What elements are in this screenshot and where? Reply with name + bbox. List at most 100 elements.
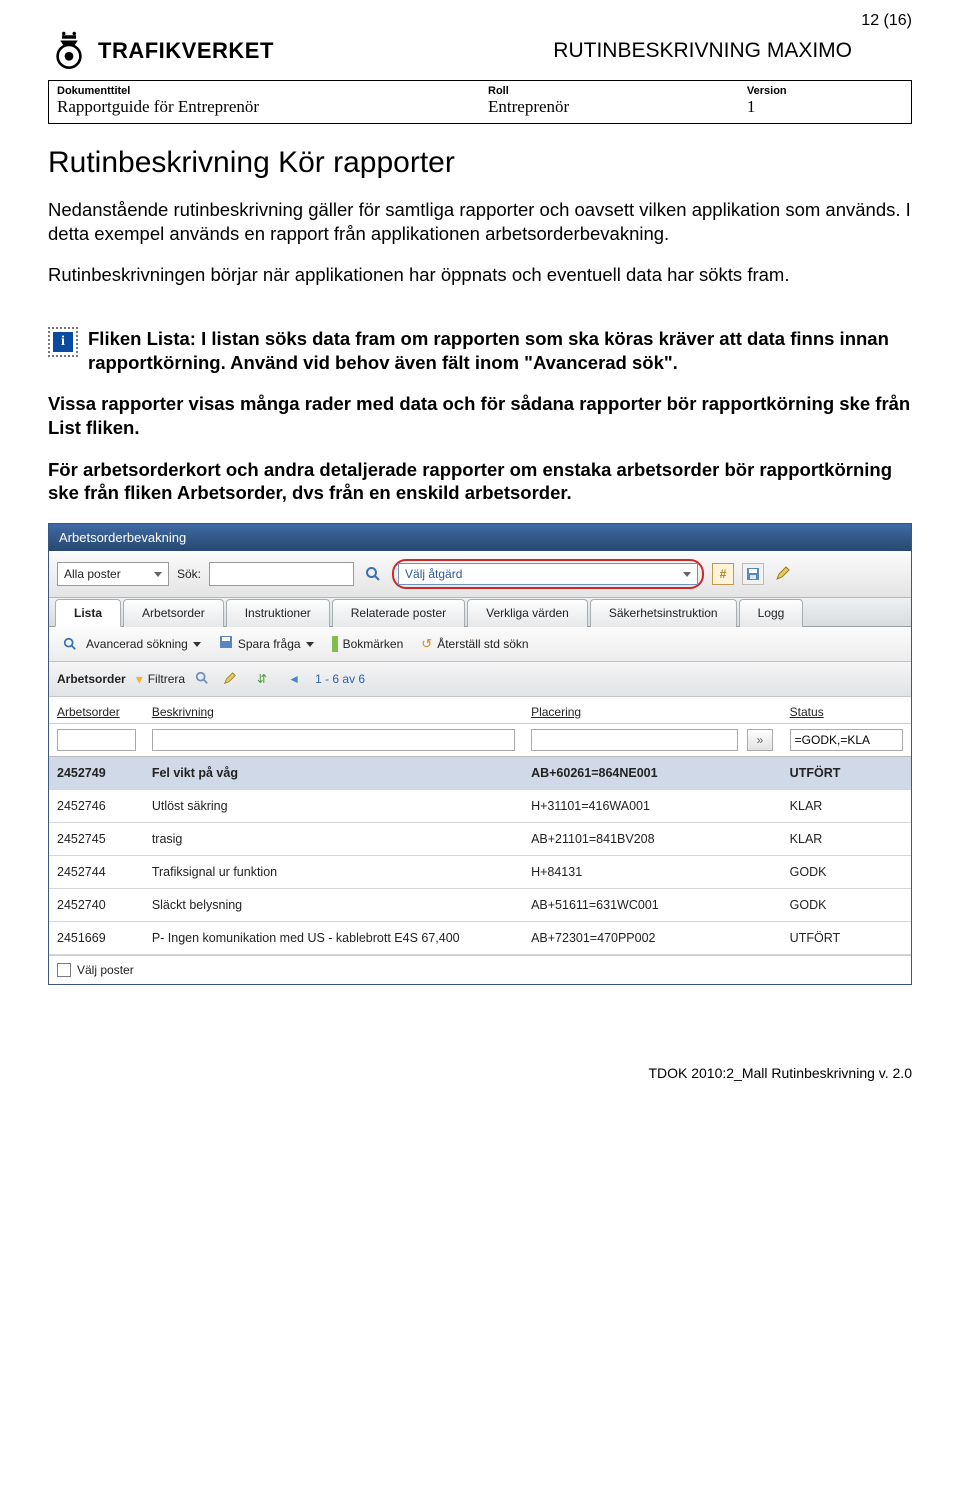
brand-text: TRAFIKVERKET [98, 38, 274, 64]
table-row[interactable]: 2452746Utlöst säkringH+31101=416WA001KLA… [49, 790, 911, 823]
filter-input-placering[interactable] [531, 729, 738, 751]
table-cell: Utlöst säkring [144, 790, 523, 823]
meta-version-value: 1 [747, 97, 756, 116]
info-icon-glyph: i [53, 332, 73, 352]
filter-input-status[interactable] [790, 729, 903, 751]
posts-filter-combo[interactable]: Alla poster [57, 562, 169, 586]
col-header-placering[interactable]: Placering [523, 697, 782, 724]
table-cell: 2452746 [49, 790, 144, 823]
meta-version-label: Version [747, 85, 903, 97]
table-cell: 2452749 [49, 757, 144, 790]
table-row[interactable]: 2452740Släckt belysningAB+51611=631WC001… [49, 889, 911, 922]
table-cell: H+31101=416WA001 [523, 790, 782, 823]
filter-bar: Arbetsorder ▾ Filtrera ⇵ ◄ 1 - 6 av 6 [49, 662, 911, 697]
data-table: Arbetsorder Beskrivning Placering Status… [49, 697, 911, 955]
info-text: Fliken Lista: I listan söks data fram om… [88, 327, 912, 374]
table-cell: KLAR [782, 823, 911, 856]
action-select-highlight: Välj åtgärd [392, 559, 704, 589]
table-cell: 2451669 [49, 922, 144, 955]
reset-search-button[interactable]: ↺ Återställ std sökn [421, 636, 528, 652]
table-cell: Fel vikt på våg [144, 757, 523, 790]
table-cell: Släckt belysning [144, 889, 523, 922]
table-cell: AB+60261=864NE001 [523, 757, 782, 790]
table-cell: 2452740 [49, 889, 144, 922]
chevron-down-icon [193, 642, 201, 647]
table-cell: P- Ingen komunikation med US - kablebrot… [144, 922, 523, 955]
meta-title-value: Rapportguide för Entreprenör [57, 97, 259, 116]
table-row[interactable]: 2452744Trafiksignal ur funktionH+84131GO… [49, 856, 911, 889]
filter-input-arbetsorder[interactable] [57, 729, 136, 751]
table-cell: AB+72301=470PP002 [523, 922, 782, 955]
save-icon[interactable] [742, 563, 764, 585]
chevron-down-icon [306, 642, 314, 647]
meta-role-label: Roll [488, 85, 731, 97]
col-header-beskrivning[interactable]: Beskrivning [144, 697, 523, 724]
table-cell: KLAR [782, 790, 911, 823]
intro-paragraph-2: Rutinbeskrivningen börjar när applikatio… [48, 263, 912, 287]
advanced-search-button[interactable]: Avancerad sökning [59, 633, 201, 655]
brand-logo: TRAFIKVERKET [48, 30, 274, 72]
bookmark-icon [332, 636, 338, 652]
reset-icon: ↺ [421, 636, 432, 652]
bold-paragraph-2: För arbetsorderkort och andra detaljerad… [48, 458, 912, 505]
chevron-down-icon [154, 572, 162, 577]
bold-paragraph-1: Vissa rapporter visas många rader med da… [48, 392, 912, 439]
tab-instruktioner[interactable]: Instruktioner [226, 599, 330, 627]
prev-icon[interactable]: ◄ [283, 668, 305, 690]
bookmarks-button[interactable]: Bokmärken [332, 636, 404, 652]
search-input[interactable] [209, 562, 354, 586]
maximo-app: Arbetsorderbevakning Alla poster Sök: Vä… [48, 523, 912, 985]
intro-paragraph-1: Nedanstående rutinbeskrivning gäller för… [48, 198, 912, 245]
lookup-icon[interactable]: » [747, 729, 773, 751]
select-posts-label: Välj poster [77, 963, 134, 977]
col-header-arbetsorder[interactable]: Arbetsorder [49, 697, 144, 724]
table-cell: GODK [782, 889, 911, 922]
filter-label: Filtrera [148, 672, 185, 686]
reset-label: Återställ std sökn [437, 637, 528, 651]
table-cell: AB+51611=631WC001 [523, 889, 782, 922]
up-down-icon[interactable]: ⇵ [251, 668, 273, 690]
meta-role-value: Entreprenör [488, 97, 569, 116]
table-cell: UTFÖRT [782, 922, 911, 955]
table-row[interactable]: 2451669P- Ingen komunikation med US - ka… [49, 922, 911, 955]
filter-search-icon[interactable] [195, 671, 209, 688]
posts-filter-label: Alla poster [64, 567, 121, 581]
select-posts-checkbox[interactable] [57, 963, 71, 977]
chevron-down-icon [683, 572, 691, 577]
page-heading: Rutinbeskrivning Kör rapporter [48, 146, 912, 180]
page-number: 12 (16) [861, 12, 912, 30]
info-icon: i [48, 327, 78, 357]
hash-icon[interactable]: # [712, 563, 734, 585]
table-cell: H+84131 [523, 856, 782, 889]
col-header-status[interactable]: Status [782, 697, 911, 724]
tab-sakerhetsinstruktion[interactable]: Säkerhetsinstruktion [590, 599, 737, 627]
select-posts-row: Välj poster [49, 955, 911, 984]
filterbar-label: Arbetsorder [57, 672, 126, 686]
filter-input-beskrivning[interactable] [152, 729, 515, 751]
range-text: 1 - 6 av 6 [315, 672, 365, 686]
tab-relaterade-poster[interactable]: Relaterade poster [332, 599, 465, 627]
filter-button[interactable]: ▾ Filtrera [136, 671, 185, 688]
save-icon [219, 635, 233, 653]
doc-header: TRAFIKVERKET RUTINBESKRIVNING MAXIMO [48, 30, 912, 72]
search-icon[interactable] [362, 563, 384, 585]
tab-lista[interactable]: Lista [55, 599, 121, 627]
table-cell: UTFÖRT [782, 757, 911, 790]
meta-table: Dokumenttitel Rapportguide för Entrepren… [48, 80, 912, 124]
save-query-label: Spara fråga [238, 637, 301, 651]
tab-arbetsorder[interactable]: Arbetsorder [123, 599, 224, 627]
doc-type-title: RUTINBESKRIVNING MAXIMO [553, 39, 852, 63]
table-cell: trasig [144, 823, 523, 856]
edit-icon[interactable] [219, 668, 241, 690]
tab-logg[interactable]: Logg [739, 599, 804, 627]
footer-text: TDOK 2010:2_Mall Rutinbeskrivning v. 2.0 [48, 1065, 912, 1081]
advanced-search-label: Avancerad sökning [86, 637, 188, 651]
action-select[interactable]: Välj åtgärd [398, 563, 698, 585]
tab-verkliga-varden[interactable]: Verkliga värden [467, 599, 588, 627]
edit-icon[interactable] [772, 563, 794, 585]
table-cell: AB+21101=841BV208 [523, 823, 782, 856]
table-row[interactable]: 2452745trasigAB+21101=841BV208KLAR [49, 823, 911, 856]
table-row[interactable]: 2452749Fel vikt på vågAB+60261=864NE001U… [49, 757, 911, 790]
save-query-button[interactable]: Spara fråga [219, 635, 314, 653]
sub-toolbar: Avancerad sökning Spara fråga Bokmärken … [49, 627, 911, 662]
